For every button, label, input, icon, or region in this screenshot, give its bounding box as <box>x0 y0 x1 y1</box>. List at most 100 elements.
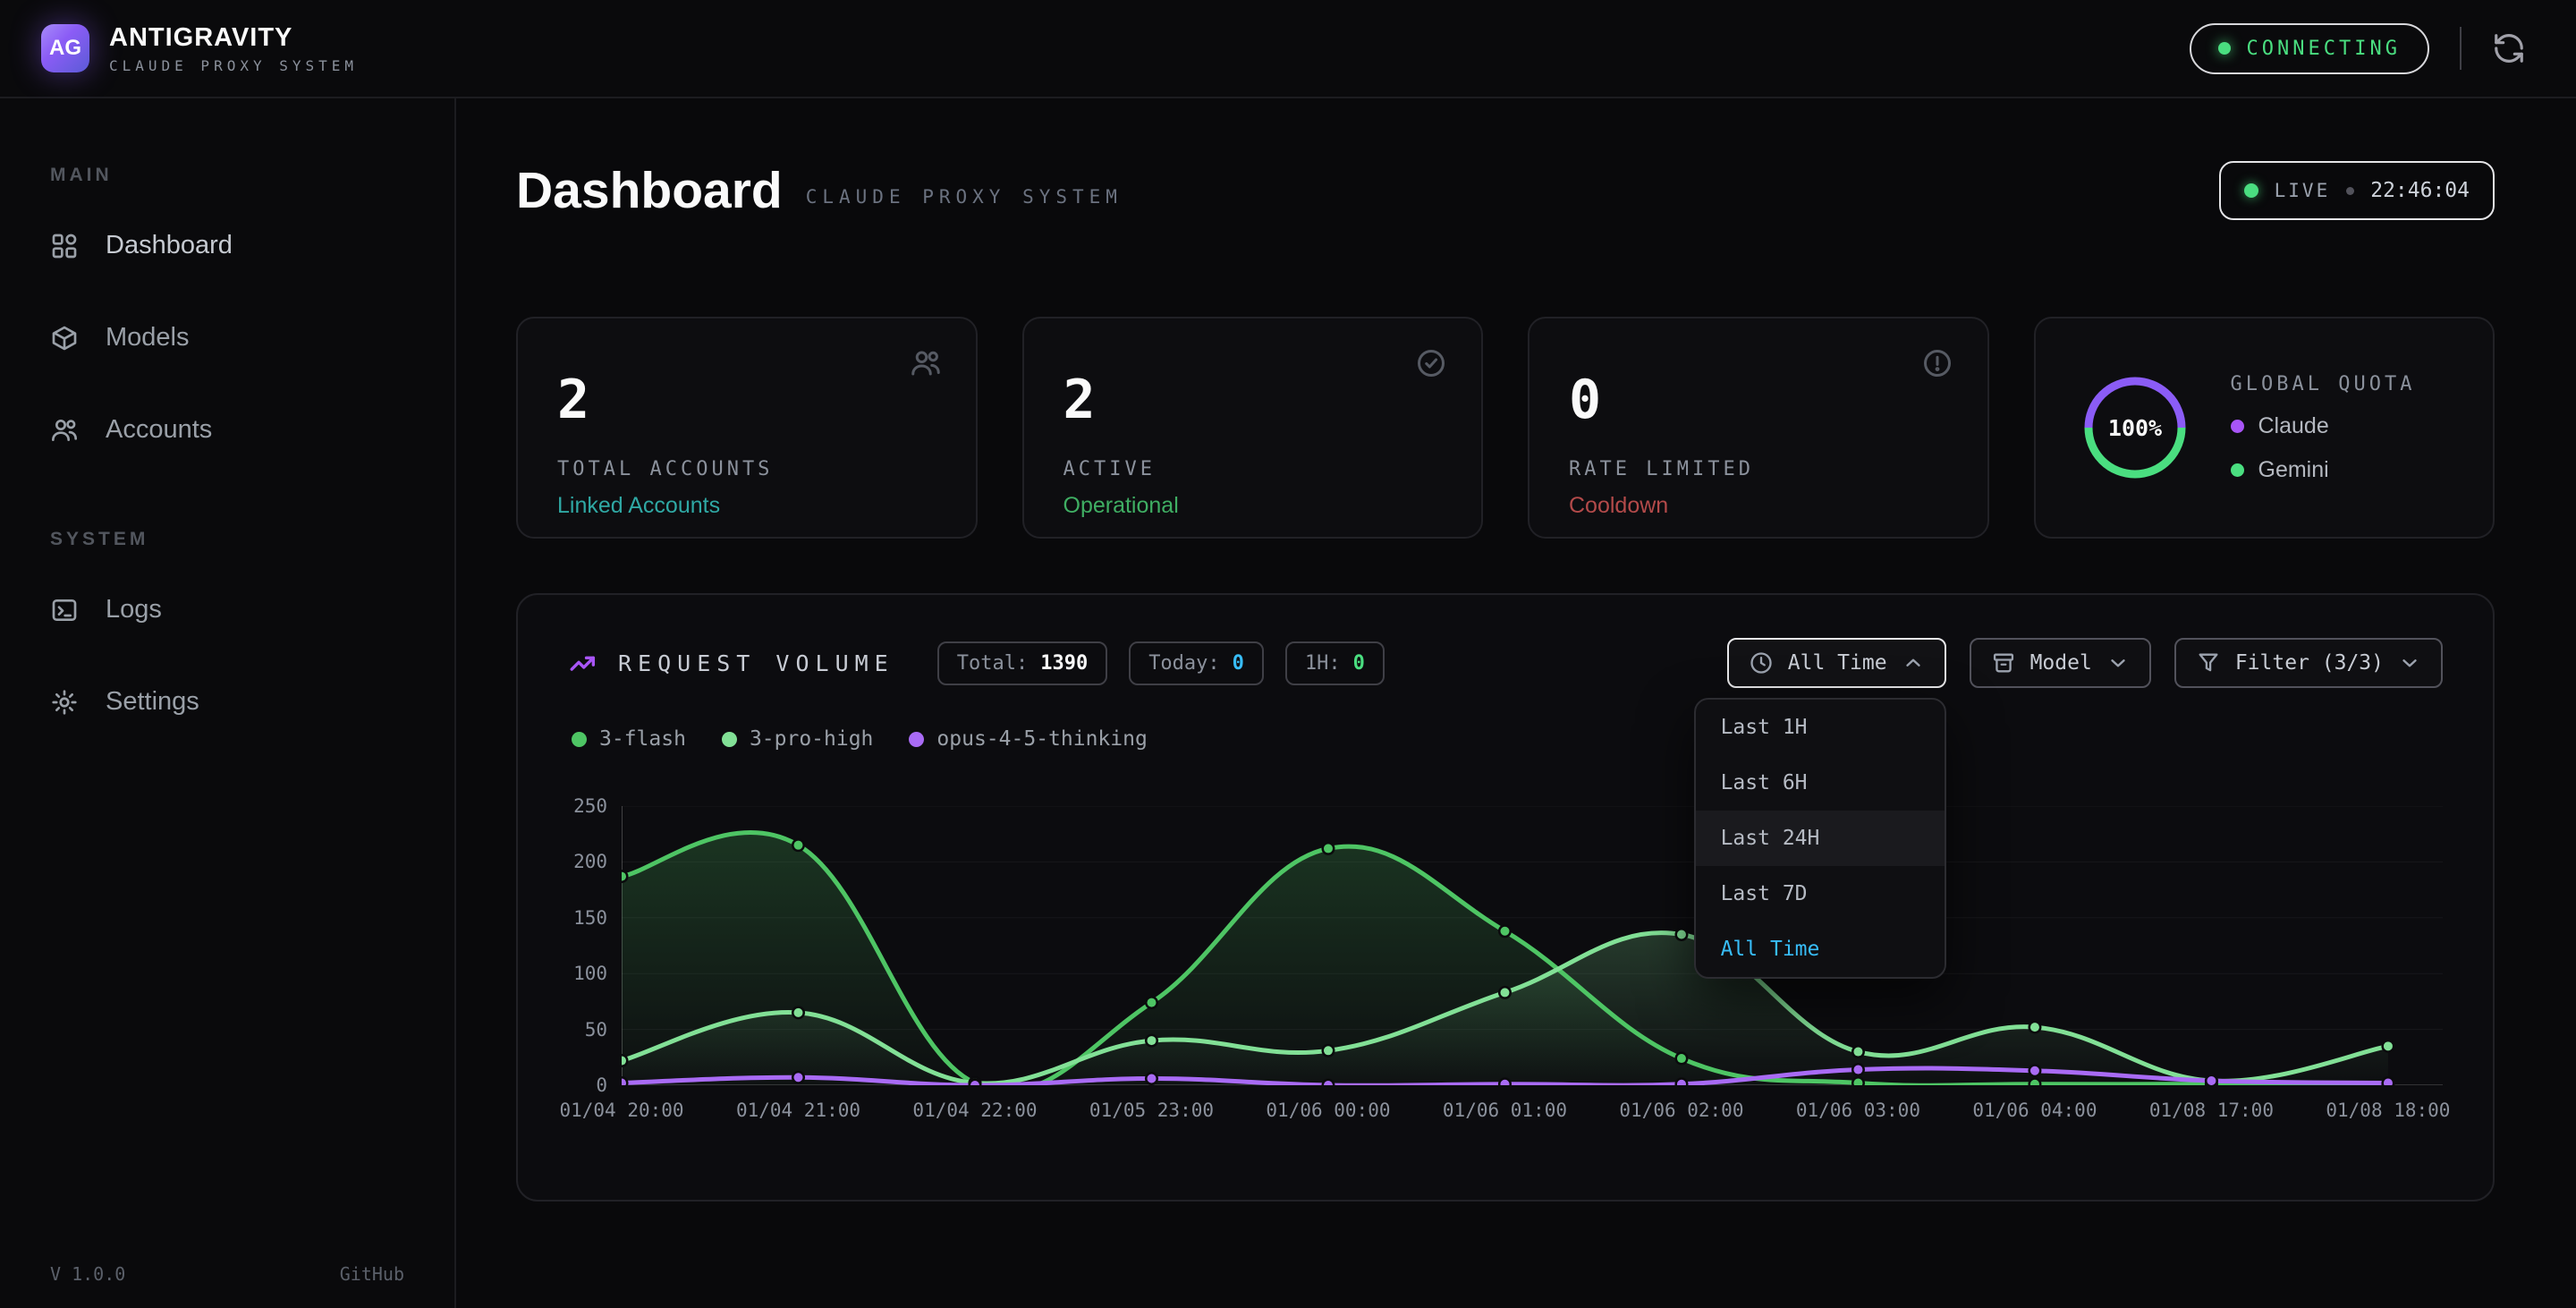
status-dot-icon <box>2218 42 2231 55</box>
grid-icon <box>50 232 79 260</box>
chevron-down-icon <box>2106 651 2130 675</box>
stat-label: TOTAL ACCOUNTS <box>557 458 936 480</box>
sidebar-item-models[interactable]: Models <box>0 302 454 374</box>
version-label: V 1.0.0 <box>50 1263 125 1285</box>
legend-dot-icon <box>909 732 924 747</box>
x-tick-label: 01/06 04:00 <box>1972 1100 2097 1121</box>
sidebar-item-label: Accounts <box>106 415 212 445</box>
chevron-down-icon <box>2398 651 2421 675</box>
chart-plot-area <box>622 806 2443 1085</box>
sidebar-item-label: Settings <box>106 687 199 717</box>
x-tick-label: 01/04 21:00 <box>736 1100 860 1121</box>
cube-icon <box>50 324 79 352</box>
github-link[interactable]: GitHub <box>340 1263 404 1285</box>
sidebar-item-dashboard[interactable]: Dashboard <box>0 209 454 282</box>
quota-percent: 100% <box>2107 415 2161 441</box>
badge-value: 0 <box>1233 652 1244 675</box>
y-tick-label: 0 <box>596 1074 607 1096</box>
dropdown-item-last-24h[interactable]: Last 24H <box>1696 811 1945 866</box>
dropdown-item-last-7d[interactable]: Last 7D <box>1696 866 1945 922</box>
x-tick-label: 01/05 23:00 <box>1089 1100 1214 1121</box>
dropdown-item-all-time[interactable]: All Time <box>1696 922 1945 977</box>
x-tick-label: 01/06 03:00 <box>1796 1100 1920 1121</box>
y-tick-label: 50 <box>585 1019 607 1040</box>
stat-sublabel: Cooldown <box>1569 493 1948 519</box>
sidebar-item-label: Models <box>106 323 190 352</box>
app-header: AG ANTIGRAVITY CLAUDE PROXY SYSTEM CONNE… <box>0 0 2576 98</box>
chevron-up-icon <box>1902 651 1925 675</box>
main-content: Dashboard CLAUDE PROXY SYSTEM LIVE 22:46… <box>456 98 2576 1308</box>
legend-label: 3-flash <box>599 727 686 751</box>
stat-label: ACTIVE <box>1063 458 1443 480</box>
live-status-badge: LIVE 22:46:04 <box>2219 161 2495 220</box>
stats-row: 2 TOTAL ACCOUNTS Linked Accounts 2 ACTIV… <box>516 317 2495 539</box>
dropdown-item-last-1h[interactable]: Last 1H <box>1696 700 1945 755</box>
sidebar-item-logs[interactable]: Logs <box>0 573 454 646</box>
quota-item-label: Claude <box>2258 413 2329 439</box>
one-hour-badge: 1H: 0 <box>1285 641 1385 685</box>
live-label: LIVE <box>2275 180 2331 201</box>
refresh-button[interactable] <box>2492 31 2526 65</box>
sidebar-item-settings[interactable]: Settings <box>0 666 454 738</box>
stat-sublabel: Operational <box>1063 493 1443 519</box>
x-tick-label: 01/04 22:00 <box>912 1100 1037 1121</box>
archive-box-icon <box>1991 650 2016 675</box>
legend-item-opus-4-5-thinking[interactable]: opus-4-5-thinking <box>909 727 1147 751</box>
stat-card-rate-limited: 0 RATE LIMITED Cooldown <box>1528 317 1989 539</box>
y-tick-label: 100 <box>573 963 607 984</box>
time-range-button[interactable]: All Time <box>1727 638 1946 688</box>
sidebar-item-accounts[interactable]: Accounts <box>0 394 454 466</box>
legend-item-3-pro-high[interactable]: 3-pro-high <box>722 727 873 751</box>
sidebar: MAIN Dashboard Models Ac <box>0 98 456 1308</box>
brand-subtitle: CLAUDE PROXY SYSTEM <box>109 57 358 74</box>
users-icon <box>910 347 942 384</box>
stat-value: 2 <box>557 369 936 431</box>
time-range-dropdown: Last 1H Last 6H Last 24H Last 7D All Tim… <box>1694 698 1946 979</box>
badge-value: 1390 <box>1040 652 1088 675</box>
model-button-label: Model <box>2030 651 2092 675</box>
y-tick-label: 150 <box>573 907 607 929</box>
stat-sublabel: Linked Accounts <box>557 493 936 519</box>
terminal-icon <box>50 596 79 624</box>
sidebar-section-system: SYSTEM <box>50 529 454 550</box>
page-subtitle: CLAUDE PROXY SYSTEM <box>806 186 1123 208</box>
live-dot-icon <box>2244 183 2258 198</box>
live-clock: 22:46:04 <box>2370 179 2470 202</box>
x-axis-labels: 01/04 20:0001/04 21:0001/04 22:0001/05 2… <box>622 1100 2443 1135</box>
y-tick-label: 250 <box>573 795 607 817</box>
x-tick-label: 01/06 02:00 <box>1619 1100 1743 1121</box>
total-badge: Total: 1390 <box>937 641 1107 685</box>
badge-label: 1H: <box>1305 652 1341 675</box>
legend-label: 3-pro-high <box>750 727 873 751</box>
trending-up-icon <box>568 648 598 678</box>
x-tick-label: 01/06 01:00 <box>1443 1100 1567 1121</box>
quota-item-label: Gemini <box>2258 457 2329 483</box>
dropdown-item-last-6h[interactable]: Last 6H <box>1696 755 1945 811</box>
sidebar-section-main: MAIN <box>50 165 454 186</box>
badge-label: Total: <box>957 652 1028 675</box>
sidebar-item-label: Dashboard <box>106 231 233 260</box>
model-button[interactable]: Model <box>1970 638 2151 688</box>
x-tick-label: 01/04 20:00 <box>559 1100 683 1121</box>
refresh-icon <box>2492 31 2526 65</box>
header-divider <box>2460 27 2462 70</box>
x-tick-label: 01/08 18:00 <box>2326 1100 2450 1121</box>
gear-icon <box>50 688 79 717</box>
alert-circle-icon <box>1921 347 1953 384</box>
sidebar-item-label: Logs <box>106 595 162 624</box>
legend-item-3-flash[interactable]: 3-flash <box>572 727 686 751</box>
y-axis-labels: 050100150200250 <box>568 806 622 1085</box>
badge-value: 0 <box>1353 652 1365 675</box>
separator-dot-icon <box>2346 187 2354 195</box>
claude-dot-icon <box>2231 420 2244 433</box>
clock-icon <box>1749 650 1774 675</box>
chart-legend: 3-flash 3-pro-high opus-4-5-thinking <box>572 727 2443 751</box>
stat-card-global-quota: 100% GLOBAL QUOTA Claude Gemini <box>2034 317 2496 539</box>
page-title: Dashboard <box>516 161 783 220</box>
filter-button[interactable]: Filter (3/3) <box>2174 638 2443 688</box>
quota-label: GLOBAL QUOTA <box>2231 373 2416 395</box>
stat-value: 2 <box>1063 369 1443 431</box>
stat-card-active: 2 ACTIVE Operational <box>1022 317 1484 539</box>
request-volume-chart <box>622 806 2443 1085</box>
x-tick-label: 01/06 00:00 <box>1266 1100 1390 1121</box>
